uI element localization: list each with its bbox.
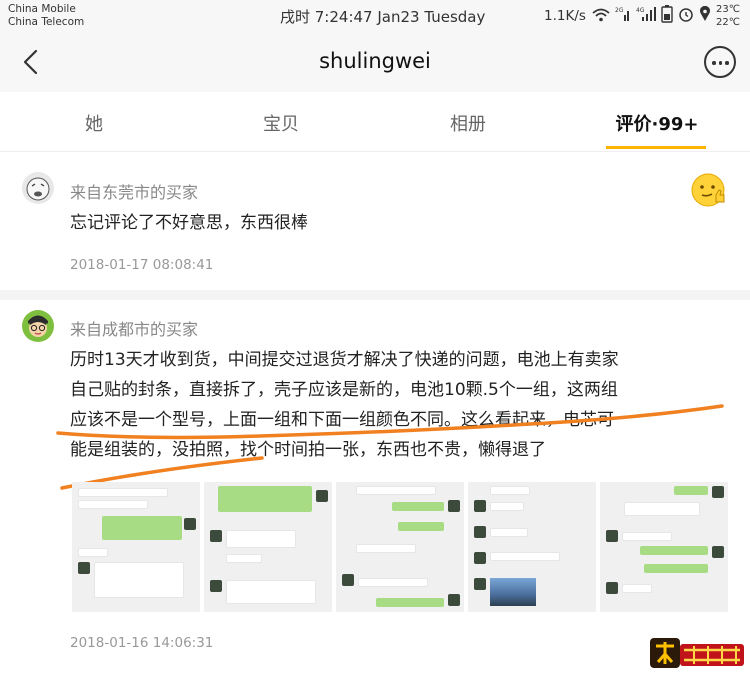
review-photo[interactable]	[336, 482, 464, 612]
review-photo[interactable]	[72, 482, 200, 612]
review-photo[interactable]	[468, 482, 596, 612]
review-photo[interactable]	[600, 482, 728, 612]
review-photo[interactable]	[204, 482, 332, 612]
aihaozhe-logo-icon	[650, 632, 746, 672]
review-date: 2018-01-16 14:06:31	[70, 635, 214, 651]
review-photos	[72, 482, 728, 612]
